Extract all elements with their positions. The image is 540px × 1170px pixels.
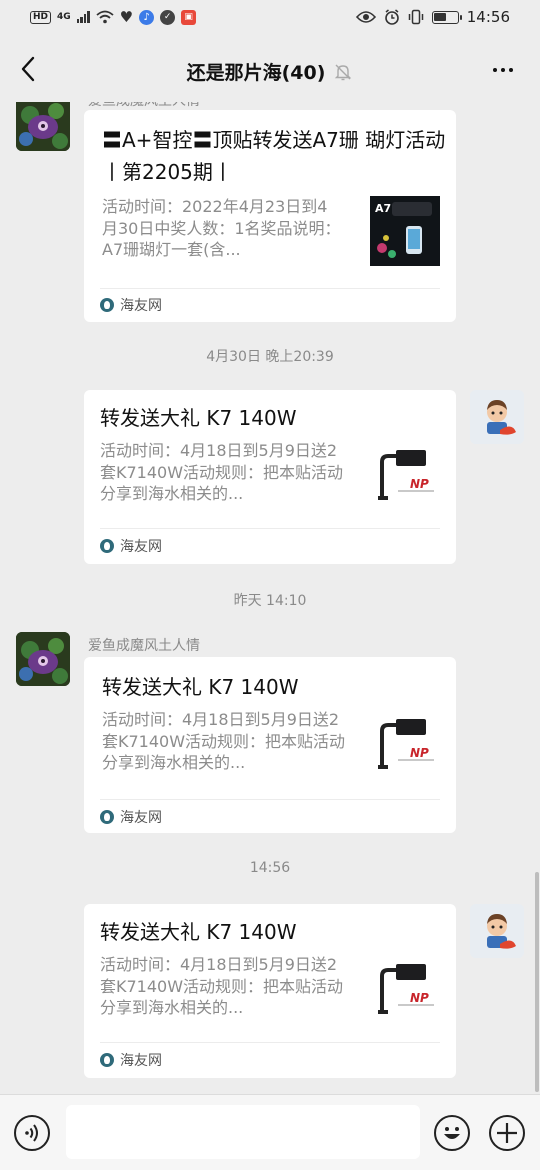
app-icon: ▣ [181,9,197,25]
more-button[interactable] [488,56,518,84]
card-divider [100,288,440,289]
status-time: 14:56 [466,8,510,26]
card-thumbnail: NP [370,709,440,779]
source-label: 海友网 [120,298,162,314]
chat-header: 还是那片海(40) [0,38,540,102]
card-title: 〓A+智控〓顶贴转发送A7珊 瑚灯活动丨第2205期丨 [102,128,446,184]
source-logo-icon [100,298,114,312]
voice-button[interactable] [14,1115,50,1151]
more-icon-dot [501,68,505,72]
card-description: 活动时间：4月18日到5月9日送2套K7140W活动规则：把本贴活动分享到海水相… [100,441,344,504]
network-type: 4G [57,12,71,22]
input-bar [0,1094,540,1170]
card-source: 海友网 [100,536,162,556]
bell-off-icon [335,64,352,80]
avatar[interactable] [16,632,70,686]
avatar[interactable] [16,102,70,151]
source-logo-icon [100,810,114,824]
eye-icon [355,11,376,23]
chat-title-area: 还是那片海(40) [0,58,540,85]
coral-avatar-image [16,102,70,151]
card-title: 转发送大礼 K7 140W [102,675,299,699]
heart-icon: ♥ [119,8,134,26]
card-source: 海友网 [100,1050,162,1070]
source-logo-icon [100,539,114,553]
source-logo-icon [100,1053,114,1067]
emoji-button[interactable] [434,1115,470,1151]
plus-icon [497,1123,517,1143]
card-title: 转发送大礼 K7 140W [100,406,297,430]
vibrate-icon [408,9,424,25]
card-source: 海友网 [100,295,162,315]
battery-icon [431,10,462,24]
lamp-product-image: NP [370,954,440,1024]
cartoon-avatar-image [470,904,524,958]
music-icon: ♪ [139,9,155,25]
lamp-product-image: NP [370,709,440,779]
card-thumbnail: NP [370,440,440,510]
card-thumbnail: NP [370,954,440,1024]
avatar[interactable] [470,904,524,958]
alarm-icon [384,9,399,25]
card-thumbnail: A7 [370,196,440,266]
source-label: 海友网 [120,539,162,555]
wifi-icon [96,10,114,24]
source-label: 海友网 [120,810,162,826]
card-description: 活动时间：2022年4月23日到4月30日中奖人数：1名奖品说明：A7珊瑚灯一套… [102,197,341,260]
card-source: 海友网 [100,807,162,827]
avatar[interactable] [470,390,524,444]
card-description: 活动时间：4月18日到5月9日送2套K7140W活动规则：把本贴活动分享到海水相… [102,710,346,773]
message-list[interactable]: 爱鱼成魔风土人情 〓A+智控〓顶贴转发送A7珊 瑚灯活动丨第2205期丨 活动时… [0,102,540,1092]
hd-badge: HD [30,10,52,24]
status-left-icons: HD 4G ♥ ♪ ✓ ▣ [30,8,197,26]
shield-icon: ✓ [160,9,176,25]
timestamp: 昨天 14:10 [233,593,307,609]
thumb-label: NP [410,746,429,760]
coral-avatar-image [16,632,70,686]
sender-name: 爱鱼成魔风土人情 [88,638,200,654]
thumb-label: NP [410,991,429,1005]
status-right-icons: 14:56 [355,8,510,26]
link-card[interactable]: 转发送大礼 K7 140W 活动时间：4月18日到5月9日送2套K7140W活动… [84,390,456,564]
chat-title: 还是那片海(40) [186,62,326,84]
card-divider [100,799,440,800]
signal-icon [76,11,90,23]
timestamp: 4月30日 晚上20:39 [206,349,334,365]
timestamp: 14:56 [249,860,291,876]
link-card[interactable]: 〓A+智控〓顶贴转发送A7珊 瑚灯活动丨第2205期丨 活动时间：2022年4月… [84,110,456,322]
source-label: 海友网 [120,1053,162,1069]
thumb-label: A7 [375,202,391,215]
card-description: 活动时间：4月18日到5月9日送2套K7140W活动规则：把本贴活动分享到海水相… [100,955,344,1018]
card-title: 转发送大礼 K7 140W [100,920,297,944]
card-divider [100,528,440,529]
more-icon-dot [493,68,497,72]
message-input[interactable] [66,1105,420,1159]
sender-name: 爱鱼成魔风土人情 [88,102,200,110]
link-card[interactable]: 转发送大礼 K7 140W 活动时间：4月18日到5月9日送2套K7140W活动… [84,657,456,833]
scrollbar[interactable] [535,872,539,1092]
lamp-poster-image: A7 [370,196,440,266]
voice-icon [25,1124,38,1142]
more-functions-button[interactable] [489,1115,525,1151]
thumb-label: NP [410,477,429,491]
cartoon-avatar-image [470,390,524,444]
emoji-icon [444,1127,460,1139]
card-divider [100,1042,440,1043]
link-card[interactable]: 转发送大礼 K7 140W 活动时间：4月18日到5月9日送2套K7140W活动… [84,904,456,1078]
lamp-product-image: NP [370,440,440,510]
status-bar: HD 4G ♥ ♪ ✓ ▣ 14:56 [0,0,540,38]
more-icon-dot [509,68,513,72]
